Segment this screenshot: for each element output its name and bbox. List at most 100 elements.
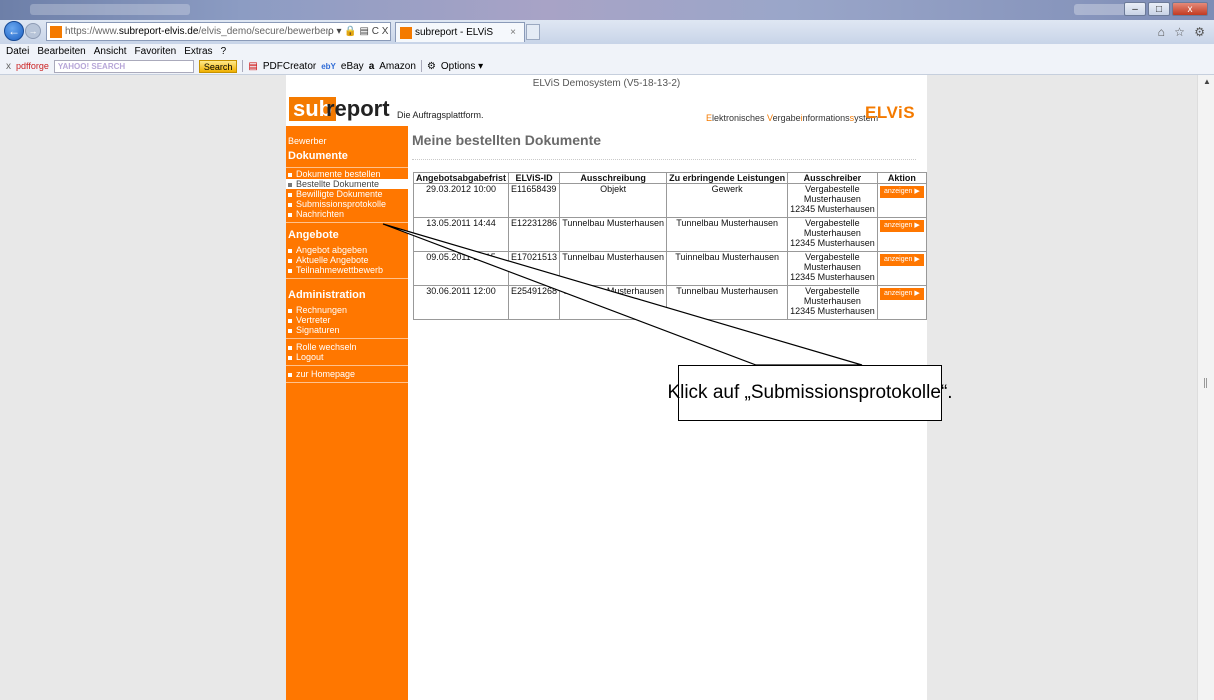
cell-aktion: anzeigen ▶ xyxy=(876,285,928,320)
cell-ausschreibung: Tunnelbau Musterhausen xyxy=(559,251,668,286)
tab-close-icon[interactable]: × xyxy=(510,27,516,38)
amazon-button[interactable]: Amazon xyxy=(379,61,416,72)
menu-help[interactable]: ? xyxy=(221,46,227,57)
sidebar-heading-bewerber[interactable]: Bewerber xyxy=(286,126,408,146)
cell-id: E25491268 xyxy=(508,285,561,320)
sidebar-item-logout[interactable]: Logout xyxy=(286,352,408,362)
column-header-frist: Angebotsabgabefrist xyxy=(412,172,510,184)
documents-table: Angebotsabgabefrist ELViS-ID Ausschreibu… xyxy=(412,172,928,320)
sidebar: Bewerber Dokumente Dokumente bestellen B… xyxy=(286,126,408,700)
sidebar-heading-dokumente[interactable]: Dokumente xyxy=(286,146,408,167)
search-button[interactable]: Search xyxy=(198,59,238,73)
toolbar: x pdfforge YAHOO! SEARCH Search ▤ PDFCre… xyxy=(0,58,1214,75)
back-button[interactable]: ← xyxy=(4,21,24,41)
anzeigen-button[interactable]: anzeigen ▶ xyxy=(879,288,924,300)
column-header-ausschreiber: Ausschreiber xyxy=(787,172,878,184)
sidebar-heading-angebote[interactable]: Angebote xyxy=(286,226,408,245)
home-favorites-settings-icons[interactable]: ⌂ ☆ ⚙ xyxy=(1158,25,1208,39)
table-header-row: Angebotsabgabefrist ELViS-ID Ausschreibu… xyxy=(412,172,928,184)
tab-favicon-icon xyxy=(400,26,412,39)
sidebar-divider xyxy=(286,222,408,223)
window-controls: – □ x xyxy=(1124,2,1208,16)
sidebar-item-rolle-wechseln[interactable]: Rolle wechseln xyxy=(286,342,408,352)
cell-leistungen: Gewerk xyxy=(666,183,789,218)
yahoo-search-input[interactable]: YAHOO! SEARCH xyxy=(53,59,194,73)
sidebar-item-angebot-abgeben[interactable]: Angebot abgeben xyxy=(286,245,408,255)
window-titlebar: – □ x xyxy=(0,0,1214,20)
cell-frist: 29.03.2012 10:00 xyxy=(412,183,510,218)
menu-bearbeiten[interactable]: Bearbeiten xyxy=(37,46,85,57)
pdfcreator-button[interactable]: PDFCreator xyxy=(263,61,316,72)
cell-id: E17021513 xyxy=(508,251,561,286)
sidebar-item-vertreter[interactable]: Vertreter xyxy=(286,315,408,325)
pdfcreator-icon: ▤ xyxy=(248,60,258,72)
navigation-bar: ← → https://www.subreport-elvis.de/elvis… xyxy=(0,20,1214,44)
sidebar-item-submissionsprotokolle[interactable]: Submissionsprotokolle xyxy=(286,199,408,209)
sidebar-item-aktuelle-angebote[interactable]: Aktuelle Angebote xyxy=(286,255,408,265)
amazon-icon: a xyxy=(368,60,375,72)
minimize-button[interactable]: – xyxy=(1124,2,1146,16)
menu-favoriten[interactable]: Favoriten xyxy=(135,46,177,57)
tab-title: subreport - ELViS xyxy=(415,27,494,38)
column-header-aktion: Aktion xyxy=(876,172,928,184)
sidebar-divider xyxy=(286,382,408,383)
cell-ausschreibung: Tunnelbau Musterhausen xyxy=(559,217,668,252)
scroll-thumb-grip[interactable] xyxy=(1204,378,1207,388)
ebay-button[interactable]: eBay xyxy=(341,61,364,72)
cell-leistungen: Tunnelbau Musterhausen xyxy=(666,217,789,252)
new-tab-button[interactable] xyxy=(526,24,540,40)
toolbar-close-icon[interactable]: x xyxy=(6,61,11,72)
cell-leistungen: Tuinnelbau Musterhausen xyxy=(666,251,789,286)
cell-ausschreibung: Tunnelbau Musterhausen xyxy=(559,285,668,320)
cell-aktion: anzeigen ▶ xyxy=(876,217,928,252)
site-favicon-icon xyxy=(50,25,62,38)
anzeigen-button[interactable]: anzeigen ▶ xyxy=(879,254,924,266)
sidebar-item-bestellte-dokumente[interactable]: Bestellte Dokumente xyxy=(286,179,408,189)
cell-id: E11658439 xyxy=(508,183,561,218)
titlebar-blurred-text xyxy=(30,4,190,15)
address-bar[interactable]: https://www.subreport-elvis.de/elvis_dem… xyxy=(46,22,391,41)
table-row: 09.05.2011 16:15 E17021513 Tunnelbau Mus… xyxy=(412,251,928,286)
address-bar-icons[interactable]: ρ ▾ 🔒 ▤ C X xyxy=(328,26,390,37)
column-header-id: ELViS-ID xyxy=(508,172,561,184)
page-viewport: ▲ ELViS Demosystem (V5-18-13-2) sub repo… xyxy=(0,75,1214,700)
cell-id: E12231286 xyxy=(508,217,561,252)
sidebar-item-nachrichten[interactable]: Nachrichten xyxy=(286,209,408,219)
subreport-logo-report: report xyxy=(326,96,390,121)
scroll-up-icon[interactable]: ▲ xyxy=(1203,77,1211,86)
close-window-button[interactable]: x xyxy=(1172,2,1208,16)
sidebar-item-zur-homepage[interactable]: zur Homepage xyxy=(286,369,408,379)
table-row: 13.05.2011 14:44 E12231286 Tunnelbau Mus… xyxy=(412,217,928,252)
vertical-scrollbar[interactable]: ▲ xyxy=(1197,75,1214,700)
table-row: 30.06.2011 12:00 E25491268 Tunnelbau Mus… xyxy=(412,285,928,320)
sidebar-divider xyxy=(286,278,408,279)
menu-datei[interactable]: Datei xyxy=(6,46,29,57)
options-menu[interactable]: Options ▾ xyxy=(441,61,483,72)
url-text[interactable]: https://www.subreport-elvis.de/elvis_dem… xyxy=(65,26,328,37)
sidebar-item-teilnahmewettbewerb[interactable]: Teilnahmewettbewerb xyxy=(286,265,408,275)
sidebar-divider xyxy=(286,167,408,168)
menu-extras[interactable]: Extras xyxy=(184,46,212,57)
cell-ausschreibung: Objekt xyxy=(559,183,668,218)
sidebar-item-dokumente-bestellen[interactable]: Dokumente bestellen xyxy=(286,169,408,179)
pdfforge-logo[interactable]: pdfforge xyxy=(16,61,49,71)
tab-subreport-elvis[interactable]: subreport - ELViS × xyxy=(395,22,525,42)
sidebar-heading-administration[interactable]: Administration xyxy=(286,282,408,305)
forward-button[interactable]: → xyxy=(25,23,41,39)
toolbar-separator xyxy=(420,60,422,72)
table-row: 29.03.2012 10:00 E11658439 Objekt Gewerk… xyxy=(412,183,928,218)
cell-frist: 30.06.2011 12:00 xyxy=(412,285,510,320)
maximize-button[interactable]: □ xyxy=(1148,2,1170,16)
sidebar-item-bewilligte-dokumente[interactable]: Bewilligte Dokumente xyxy=(286,189,408,199)
anzeigen-button[interactable]: anzeigen ▶ xyxy=(879,220,924,232)
sidebar-item-rechnungen[interactable]: Rechnungen xyxy=(286,305,408,315)
cell-ausschreiber: Vergabestelle Musterhausen 12345 Musterhau… xyxy=(787,183,878,218)
options-gear-icon: ⚙ xyxy=(426,60,436,72)
elvis-logo: ELViS xyxy=(865,103,916,122)
column-header-ausschreibung: Ausschreibung xyxy=(559,172,668,184)
sidebar-item-signaturen[interactable]: Signaturen xyxy=(286,325,408,335)
system-title: ELViS Demosystem (V5-18-13-2) xyxy=(532,78,681,89)
cell-aktion: anzeigen ▶ xyxy=(876,251,928,286)
anzeigen-button[interactable]: anzeigen ▶ xyxy=(879,186,924,198)
menu-ansicht[interactable]: Ansicht xyxy=(94,46,127,57)
